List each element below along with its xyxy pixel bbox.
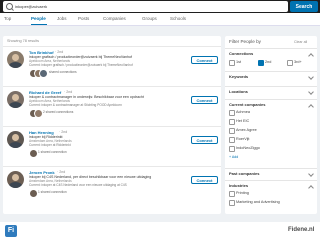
shared-avatar <box>29 189 38 198</box>
search-input[interactable] <box>15 2 285 11</box>
keywords-filter[interactable]: Keywords <box>225 71 317 82</box>
connect-button[interactable]: Connect <box>191 176 218 184</box>
clear-all-link[interactable]: Clear all <box>294 40 307 44</box>
search-icon <box>6 3 13 10</box>
result-card: Han Henning · 2nd inkoper bij Ridderinkt… <box>3 126 221 167</box>
company-label: Achmea <box>236 110 250 114</box>
person-current-position: Current: inkoper at C4S Nederland voor e… <box>29 183 127 187</box>
company-label: IndoNeoZiggo <box>236 146 260 150</box>
shared-connections[interactable]: 1 shared connection <box>38 150 67 154</box>
company-checkbox[interactable] <box>229 137 235 143</box>
section-label: Keywords <box>229 74 249 79</box>
industry-label: Marketing and Advertising <box>236 200 280 204</box>
tab-top[interactable]: Top <box>4 16 11 21</box>
past-companies-filter[interactable]: Past companies <box>225 168 317 179</box>
section-label: Locations <box>229 89 248 94</box>
connection-1st-checkbox[interactable] <box>229 60 235 66</box>
company-checkbox[interactable] <box>229 128 235 134</box>
company-label: RoerVijt <box>236 137 250 141</box>
add-company-link[interactable]: + Add <box>229 155 238 159</box>
section-label: Past companies <box>229 171 260 176</box>
industry-label: Printing <box>236 191 249 195</box>
connect-button[interactable]: Connect <box>191 56 218 64</box>
company-label: Amex Agree <box>236 128 257 132</box>
chevron-down-icon[interactable] <box>308 171 314 177</box>
avatar[interactable] <box>7 91 24 108</box>
locations-filter[interactable]: Locations <box>225 86 317 97</box>
chevron-up-icon[interactable] <box>308 53 314 59</box>
shared-connection-avatars[interactable] <box>29 69 48 78</box>
shared-avatar <box>29 149 38 158</box>
avatar[interactable] <box>7 171 24 188</box>
connection-2nd-checkbox[interactable] <box>258 60 264 66</box>
connection-degree: · 2nd <box>64 90 73 94</box>
industries-filter: Industries Printing Marketing and Advert… <box>225 180 317 214</box>
tab-people[interactable]: People <box>31 16 46 21</box>
search-row: Search <box>0 0 320 13</box>
section-label: Connections <box>229 51 254 56</box>
connect-button[interactable]: Connect <box>191 136 218 144</box>
industry-checkbox[interactable] <box>229 200 235 206</box>
avatar[interactable] <box>7 51 24 68</box>
checkbox-label: 3rd+ <box>294 60 302 64</box>
shared-connections[interactable]: shared connections <box>49 70 77 74</box>
person-current-position: Current: inkoper & contractmanager at St… <box>29 103 122 107</box>
person-current-position: Current: inkoper grafisch / productieord… <box>29 63 133 67</box>
company-checkbox[interactable] <box>229 119 235 125</box>
company-label: Het EIC <box>236 119 250 123</box>
shared-connections[interactable]: 1 shared connection <box>38 190 67 194</box>
tab-posts[interactable]: Posts <box>78 16 89 21</box>
avatar[interactable] <box>7 131 24 148</box>
connections-filter: Connections 1st 2nd 3rd+ <box>225 48 317 71</box>
section-label: Industries <box>229 183 249 188</box>
result-card: Richard de Greef · 2nd inkoper & contrac… <box>3 86 221 127</box>
company-checkbox[interactable] <box>229 110 235 116</box>
connection-3rd-checkbox[interactable] <box>287 60 293 66</box>
tab-companies[interactable]: Companies <box>103 16 126 21</box>
shared-avatar <box>34 109 43 118</box>
shared-connections[interactable]: 2 shared connections <box>43 110 73 114</box>
checkbox-label: 1st <box>236 60 242 64</box>
chevron-down-icon[interactable] <box>308 74 314 80</box>
tab-jobs[interactable]: Jobs <box>57 16 67 21</box>
filter-panel: Filter People by Clear all Connections 1… <box>225 36 317 214</box>
result-type-tabs: Top People Jobs Posts Companies Groups S… <box>0 13 320 26</box>
connect-button[interactable]: Connect <box>191 96 218 104</box>
company-checkbox[interactable] <box>229 146 235 152</box>
connection-degree: · 2nd <box>57 170 66 174</box>
tab-groups[interactable]: Groups <box>142 16 157 21</box>
fi-logo: Fi <box>5 225 17 237</box>
brand-text: Fidene.nl <box>288 227 315 233</box>
person-current-position: Current: inkoper at Ridderinkt <box>29 143 71 147</box>
chevron-up-icon[interactable] <box>308 104 314 110</box>
connection-degree: · 2nd <box>55 50 64 54</box>
search-results: Showing 78 results Ton Brinkhof · 2nd in… <box>3 36 221 214</box>
connection-degree: · 2nd <box>59 130 68 134</box>
results-count: Showing 78 results <box>7 39 40 43</box>
section-label: Current companies <box>229 102 266 107</box>
shared-avatar <box>39 69 48 78</box>
chevron-down-icon[interactable] <box>308 89 314 95</box>
checkbox-label: 2nd <box>265 60 272 64</box>
search-button[interactable]: Search <box>290 1 318 12</box>
result-card: Jeroen Pronk · 2nd inkoper bij C4S Neder… <box>3 166 221 207</box>
active-tab-indicator <box>31 24 47 25</box>
result-card: Ton Brinkhof · 2nd inkoper grafisch / pr… <box>3 46 221 87</box>
industry-checkbox[interactable] <box>229 191 235 197</box>
tab-schools[interactable]: Schools <box>170 16 186 21</box>
filter-title: Filter People by <box>229 39 261 44</box>
chevron-up-icon[interactable] <box>308 185 314 191</box>
search-box[interactable] <box>3 1 288 12</box>
current-companies-filter: Current companies Achmea Het EIC Amex Ag… <box>225 99 317 166</box>
footer: Fi Fidene.nl <box>0 222 320 240</box>
